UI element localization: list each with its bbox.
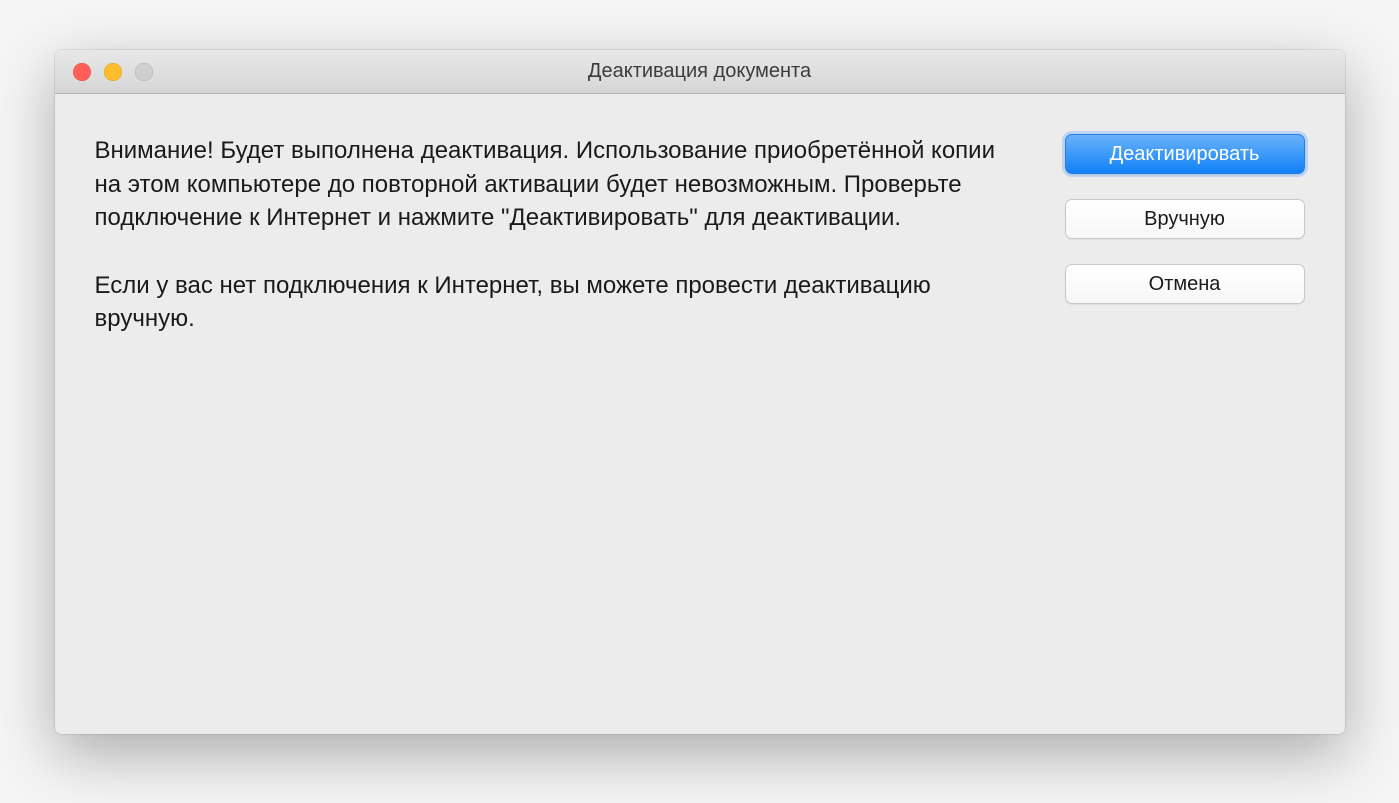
titlebar: Деактивация документа: [55, 50, 1345, 94]
window-title: Деактивация документа: [55, 60, 1345, 83]
traffic-lights: [55, 63, 153, 81]
manual-button[interactable]: Вручную: [1065, 199, 1305, 239]
deactivate-button[interactable]: Деактивировать: [1065, 134, 1305, 174]
message-area: Внимание! Будет выполнена деактивация. И…: [95, 134, 1005, 674]
minimize-icon[interactable]: [104, 63, 122, 81]
close-icon[interactable]: [73, 63, 91, 81]
dialog-window: Деактивация документа Внимание! Будет вы…: [55, 50, 1345, 734]
message-paragraph-2: Если у вас нет подключения к Интернет, в…: [95, 269, 1005, 336]
cancel-button[interactable]: Отмена: [1065, 264, 1305, 304]
message-paragraph-1: Внимание! Будет выполнена деактивация. И…: [95, 134, 1005, 235]
zoom-icon: [135, 63, 153, 81]
button-stack: Деактивировать Вручную Отмена: [1065, 134, 1305, 674]
dialog-content: Внимание! Будет выполнена деактивация. И…: [55, 94, 1345, 734]
